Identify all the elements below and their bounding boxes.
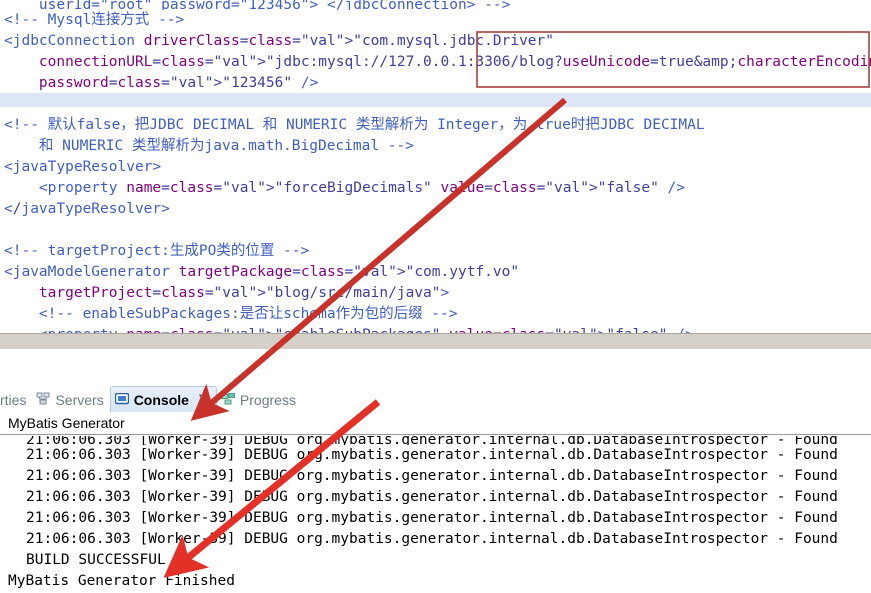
code-line[interactable] [0,94,871,115]
code-line[interactable]: connectionURL=class="val">"jdbc:mysql://… [0,52,871,73]
editor-bottom-divider [0,333,871,350]
code-line[interactable]: <javaTypeResolver> [0,157,871,178]
console-log-line: 21:06:06.303 [Worker-39] DEBUG org.mybat… [26,510,838,526]
view-tab-bar[interactable]: rties Servers Console Progress [0,385,871,412]
tab-label-servers: Servers [55,392,104,408]
tab-properties[interactable]: rties [0,388,32,412]
console-log-line: 21:06:06.303 [Worker-39] DEBUG org.mybat… [26,468,838,484]
servers-icon [36,392,50,408]
tab-label-properties: rties [0,392,27,408]
panel-gap [0,349,871,385]
tab-label-progress: Progress [239,392,296,408]
bottom-view-panel[interactable]: rties Servers Console Progress MyBatis Gene… [0,385,871,593]
console-log-line: 21:06:06.303 [Worker-39] DEBUG org.mybat… [26,489,838,505]
tab-progress[interactable]: Progress [217,388,302,412]
console-finished-line: MyBatis Generator Finished [8,573,235,589]
code-line[interactable]: <property name=class="val">"enableSubPac… [0,325,871,333]
code-line[interactable]: <!-- Mysql连接方式 --> [0,10,871,31]
console-log-line: 21:06:06.303 [Worker-39] DEBUG org.mybat… [26,436,838,445]
code-line[interactable] [0,220,871,241]
console-log-line: BUILD SUCCESSFUL [26,552,166,568]
code-line[interactable]: </javaTypeResolver> [0,199,871,220]
tab-console[interactable]: Console [109,386,217,412]
code-line[interactable]: password=class="val">"123456" /> [0,73,871,94]
console-title: MyBatis Generator [0,412,871,435]
xml-editor-pane[interactable]: userId="root" password="123456"> </jdbcC… [0,0,871,333]
code-line[interactable]: <property name=class="val">"forceBigDeci… [0,178,871,199]
code-line[interactable]: <!-- targetProject:生成PO类的位置 --> [0,241,871,262]
console-log-line: 21:06:06.303 [Worker-39] DEBUG org.mybat… [26,447,838,463]
code-line[interactable]: userId="root" password="123456"> </jdbcC… [0,0,871,10]
tab-servers[interactable]: Servers [32,388,109,412]
code-line[interactable]: <javaModelGenerator targetPackage=class=… [0,262,871,283]
progress-icon [220,392,235,408]
tab-label-console: Console [133,391,189,408]
code-line[interactable]: <!-- 默认false，把JDBC DECIMAL 和 NUMERIC 类型解… [0,115,871,136]
code-line[interactable]: <!-- enableSubPackages:是否让schema作为包的后缀 -… [0,304,871,325]
console-log-line: 21:06:06.303 [Worker-39] DEBUG org.mybat… [26,531,838,547]
console-output[interactable]: 21:06:06.303 [Worker-39] DEBUG org.mybat… [0,435,871,593]
code-line[interactable]: targetProject=class="val">"blog/src/main… [0,283,871,304]
code-line[interactable]: <jdbcConnection driverClass=class="val">… [0,31,871,52]
editor-code-area[interactable]: userId="root" password="123456"> </jdbcC… [0,0,871,333]
code-line[interactable]: 和 NUMERIC 类型解析为java.math.BigDecimal --> [0,136,871,157]
console-icon [114,392,129,408]
close-icon[interactable] [198,392,210,408]
eclipse-ide-screenshot: userId="root" password="123456"> </jdbcC… [0,0,871,593]
